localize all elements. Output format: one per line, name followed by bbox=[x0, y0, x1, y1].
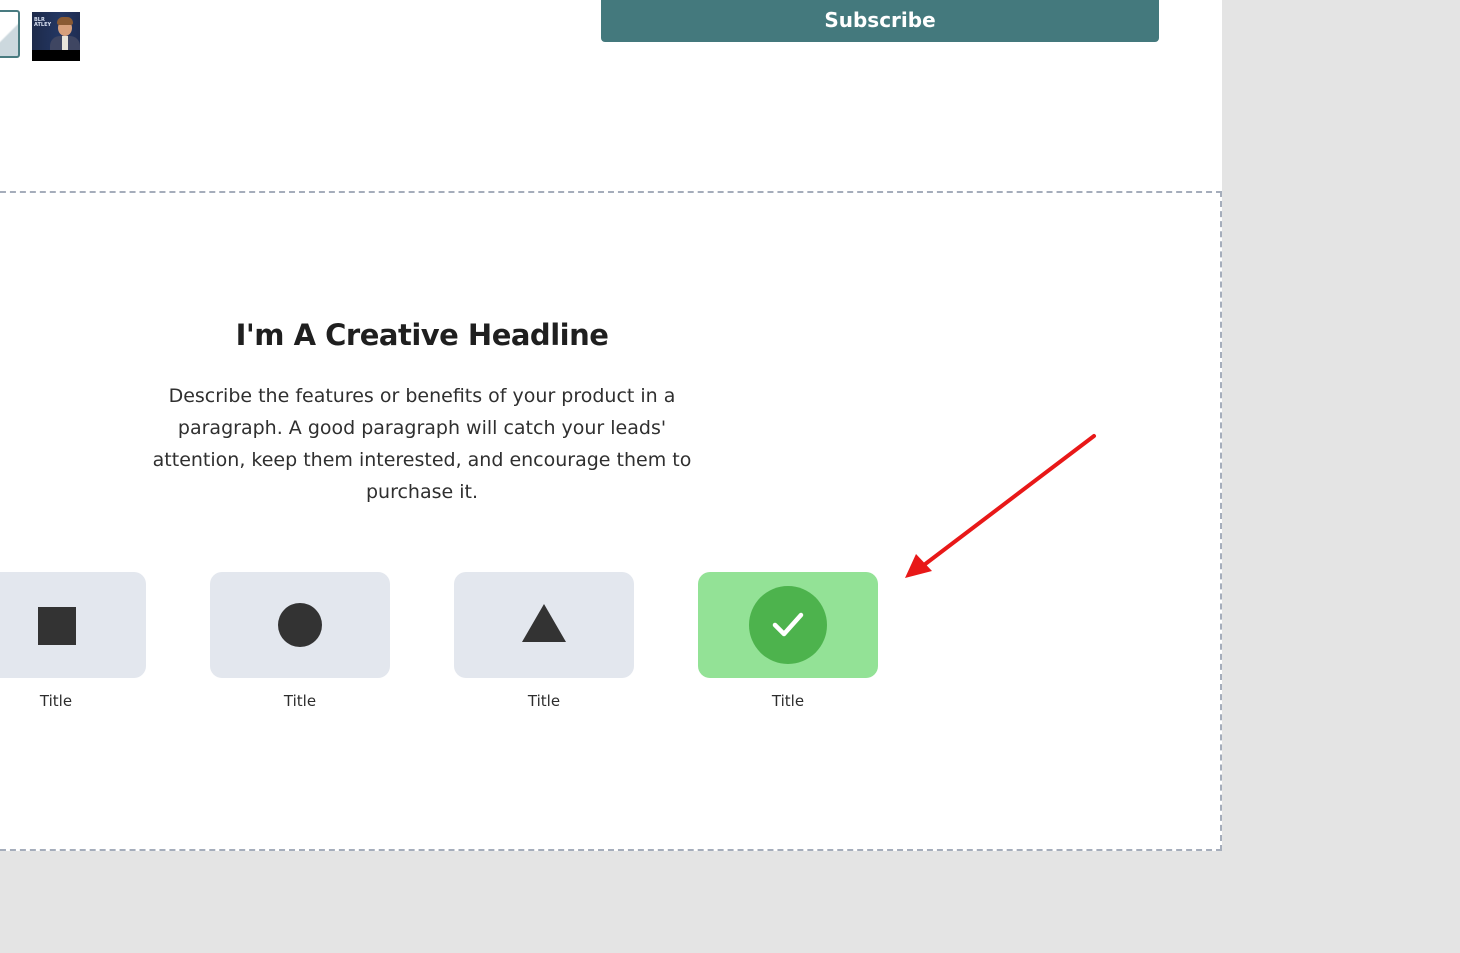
checkmark-icon bbox=[772, 612, 804, 637]
thumbnail-bottom-bar bbox=[32, 50, 80, 61]
feature-title: Title bbox=[527, 692, 561, 710]
subscribe-button[interactable]: Subscribe bbox=[601, 0, 1159, 42]
square-icon bbox=[38, 607, 76, 645]
feature-title: Title bbox=[283, 692, 317, 710]
feature-item-square[interactable]: Title bbox=[0, 572, 146, 710]
feature-card[interactable] bbox=[0, 572, 146, 678]
section-headline: I'm A Creative Headline bbox=[235, 318, 609, 352]
feature-title: Title bbox=[771, 692, 805, 710]
circle-icon bbox=[278, 603, 322, 647]
feature-item-circle[interactable]: Title bbox=[210, 572, 390, 710]
person-hair bbox=[57, 17, 73, 25]
feature-card[interactable] bbox=[210, 572, 390, 678]
feature-item-check[interactable]: Title bbox=[698, 572, 878, 710]
section-paragraph: Describe the features or benefits of you… bbox=[152, 385, 692, 503]
feature-card[interactable] bbox=[454, 572, 634, 678]
feature-item-triangle[interactable]: Title bbox=[454, 572, 634, 710]
image-thumbnail[interactable] bbox=[0, 10, 20, 58]
person-shirt bbox=[62, 36, 68, 50]
triangle-icon bbox=[522, 604, 566, 642]
video-thumbnail[interactable]: BLR ATLEY bbox=[32, 12, 80, 61]
feature-card-selected[interactable] bbox=[698, 572, 878, 678]
red-arrow-icon bbox=[905, 434, 1096, 578]
check-circle-icon bbox=[749, 586, 827, 664]
thumbnail-text: BLR ATLEY bbox=[34, 17, 52, 28]
feature-title: Title bbox=[39, 692, 73, 710]
